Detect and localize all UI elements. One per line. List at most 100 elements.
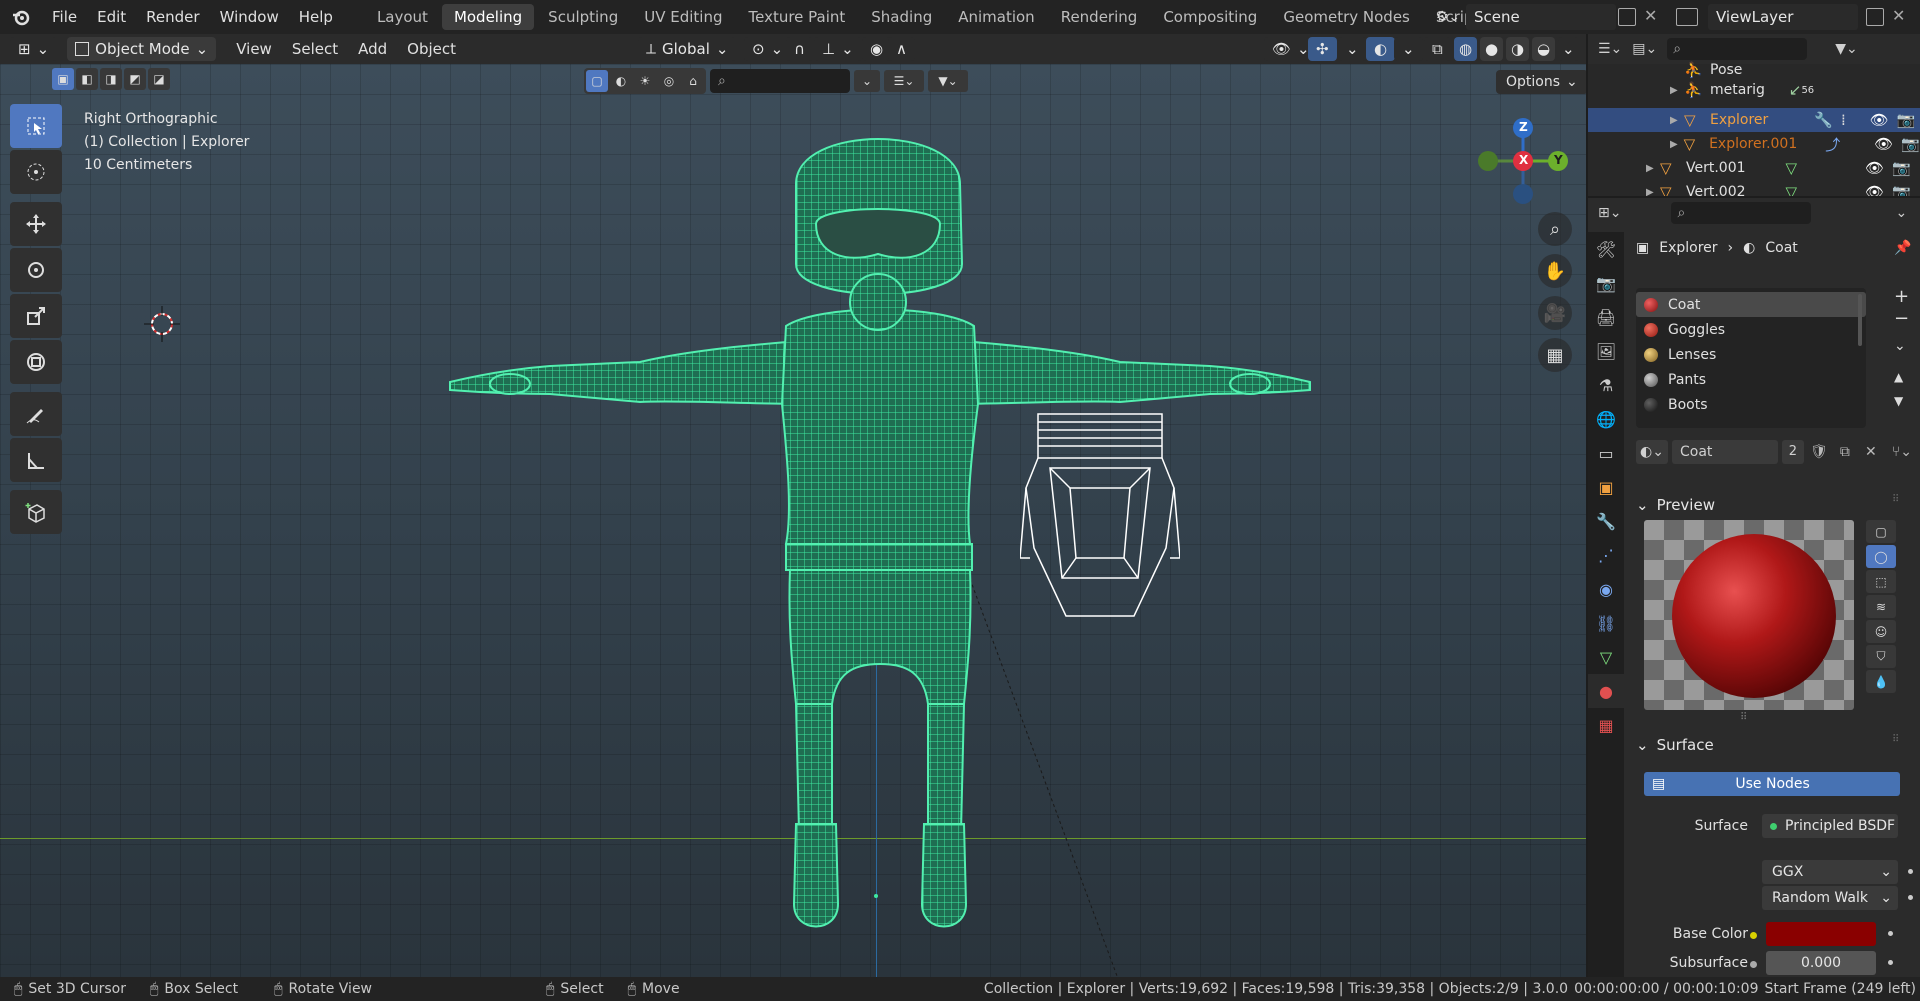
snap-toggle[interactable]: ∩ bbox=[786, 37, 813, 61]
preview-monkey-icon[interactable]: ☺ bbox=[1866, 620, 1896, 643]
outliner-row-explorer-001[interactable]: ▶ ▽ Explorer.001 ⤴ 👁 📷 bbox=[1588, 132, 1920, 156]
blender-logo-icon[interactable] bbox=[0, 0, 42, 34]
slot-list-scrollbar[interactable] bbox=[1858, 294, 1862, 346]
delete-view-layer-icon[interactable]: ✕ bbox=[1892, 6, 1905, 25]
funnel-filter-icon[interactable]: ▼⌄ bbox=[928, 70, 968, 92]
move-slot-up-icon[interactable]: ▲ bbox=[1894, 370, 1903, 384]
tab-texture-paint[interactable]: Texture Paint bbox=[736, 4, 857, 30]
slot-specials-icon[interactable]: ⌄ bbox=[1894, 338, 1906, 354]
menu-window[interactable]: Window bbox=[210, 0, 289, 34]
menu-view[interactable]: View bbox=[226, 37, 282, 61]
select-subtract-icon[interactable]: ◨ bbox=[100, 68, 122, 90]
tab-sculpting[interactable]: Sculpting bbox=[536, 4, 630, 30]
panel-drag-handle-icon[interactable]: ⠿ bbox=[1892, 734, 1899, 745]
shading-dropdown[interactable]: ⌄ bbox=[1558, 37, 1579, 61]
camera-view-icon[interactable]: 🎥 bbox=[1538, 296, 1572, 330]
material-tab-icon[interactable]: ● bbox=[1588, 674, 1624, 708]
editor-type-icon[interactable]: ⊞⌄ bbox=[1598, 205, 1621, 221]
scene-tab-icon[interactable]: ⚗ bbox=[1588, 368, 1624, 402]
move-tool-icon[interactable] bbox=[10, 202, 62, 246]
render-camera-icon[interactable]: 📷 bbox=[1901, 135, 1920, 153]
tab-compositing[interactable]: Compositing bbox=[1151, 4, 1269, 30]
tab-rendering[interactable]: Rendering bbox=[1049, 4, 1150, 30]
snap-target-dropdown[interactable]: ⊥ ⌄ bbox=[814, 37, 862, 61]
filter-dropdown-icon[interactable]: ⌄ bbox=[854, 70, 880, 92]
tab-uv-editing[interactable]: UV Editing bbox=[632, 4, 734, 30]
explorer-character-mesh[interactable] bbox=[440, 104, 1320, 954]
user-count-badge[interactable]: 2 bbox=[1781, 440, 1804, 464]
outliner-row-vert-002[interactable]: ▶ ▽ Vert.002 ▽ 👁 📷 bbox=[1588, 180, 1920, 196]
annotate-tool-icon[interactable] bbox=[10, 392, 62, 436]
view-layer-field[interactable]: ViewLayer bbox=[1708, 4, 1858, 30]
view-layer-icon[interactable] bbox=[1676, 8, 1698, 26]
texture-tab-icon[interactable]: ▦ bbox=[1588, 708, 1624, 742]
preview-flat-icon[interactable]: ▢ bbox=[1866, 520, 1896, 543]
pivot-point-dropdown[interactable]: ⊙ ⌄ bbox=[744, 37, 792, 61]
sort-list-icon[interactable]: ☰⌄ bbox=[884, 70, 924, 92]
material-slot[interactable]: Pants bbox=[1636, 367, 1866, 392]
transform-tool-icon[interactable] bbox=[10, 340, 62, 384]
select-extend-icon[interactable]: ◧ bbox=[76, 68, 98, 90]
properties-search-input[interactable]: ⌕ bbox=[1671, 202, 1812, 224]
menu-help[interactable]: Help bbox=[289, 0, 343, 34]
outliner-filter-icon[interactable]: ▼⌄ bbox=[1835, 41, 1858, 57]
scale-tool-icon[interactable] bbox=[10, 294, 62, 338]
xray-toggle[interactable]: ⧉ bbox=[1424, 37, 1451, 61]
menu-add[interactable]: Add bbox=[348, 37, 397, 61]
filter-world-icon[interactable]: ◎ bbox=[658, 70, 680, 92]
shading-solid[interactable]: ● bbox=[1480, 37, 1504, 61]
gizmo-toggle[interactable]: ✣ bbox=[1308, 37, 1337, 61]
keyframe-dot-icon[interactable] bbox=[1888, 960, 1893, 965]
keyframe-dot-icon[interactable] bbox=[1888, 931, 1893, 936]
viewport-search-input[interactable]: ⌕ bbox=[710, 69, 850, 93]
add-cube-tool-icon[interactable] bbox=[10, 490, 62, 534]
scene-name-field[interactable]: Scene bbox=[1466, 4, 1616, 30]
panel-drag-handle-icon[interactable]: ⠿ bbox=[1892, 494, 1899, 505]
preview-fluid-icon[interactable]: 💧 bbox=[1866, 670, 1896, 693]
surface-panel-header[interactable]: ⌄ Surface bbox=[1636, 732, 1714, 758]
tab-shading[interactable]: Shading bbox=[859, 4, 944, 30]
tab-animation[interactable]: Animation bbox=[946, 4, 1046, 30]
measure-tool-icon[interactable] bbox=[10, 438, 62, 482]
outliner-search-input[interactable]: ⌕ bbox=[1667, 38, 1808, 60]
view-layer-tab-icon[interactable]: 🖼 bbox=[1588, 334, 1624, 368]
expand-arrow-icon[interactable]: ▶ bbox=[1670, 85, 1684, 96]
material-slot[interactable]: Coat bbox=[1636, 292, 1866, 317]
fake-user-shield-icon[interactable]: 🛡 bbox=[1808, 444, 1830, 460]
base-color-swatch[interactable] bbox=[1766, 922, 1876, 946]
physics-tab-icon[interactable]: ◉ bbox=[1588, 572, 1624, 606]
collection-tab-icon[interactable]: ▭ bbox=[1588, 436, 1624, 470]
rotate-tool-icon[interactable] bbox=[10, 248, 62, 292]
subsurface-value-field[interactable]: 0.000 bbox=[1766, 951, 1876, 975]
select-box-tool-icon[interactable] bbox=[10, 104, 62, 148]
chevron-down-icon[interactable]: ⌄ bbox=[1895, 205, 1907, 221]
surface-shader-field[interactable]: Principled BSDF bbox=[1762, 814, 1898, 838]
remove-slot-icon[interactable]: − bbox=[1894, 308, 1909, 329]
visibility-eye-icon[interactable]: 👁 bbox=[1870, 111, 1889, 129]
visibility-eye-icon[interactable]: 👁 bbox=[1874, 135, 1893, 153]
menu-select[interactable]: Select bbox=[282, 37, 348, 61]
select-new-icon[interactable]: ▣ bbox=[52, 68, 74, 90]
filter-objects-icon[interactable]: ▢ bbox=[586, 70, 608, 92]
subsurface-method-dropdown[interactable]: Random Walk ⌄ bbox=[1762, 886, 1898, 910]
distribution-dropdown[interactable]: GGX ⌄ bbox=[1762, 860, 1898, 884]
use-nodes-button[interactable]: ▤ Use Nodes bbox=[1644, 772, 1900, 796]
expand-arrow-icon[interactable]: ▶ bbox=[1646, 187, 1660, 197]
select-intersect-icon[interactable]: ◪ bbox=[148, 68, 170, 90]
editor-type-button[interactable]: ⊞ ⌄ bbox=[10, 37, 58, 61]
outliner-row-vert-001[interactable]: ▶ ▽ Vert.001 ▽ 👁 📷 bbox=[1588, 156, 1920, 180]
render-camera-icon[interactable]: 📷 bbox=[1897, 111, 1916, 129]
display-mode-icon[interactable]: ▤⌄ bbox=[1632, 41, 1657, 57]
render-camera-icon[interactable]: 📷 bbox=[1892, 183, 1911, 196]
tool-tab-icon[interactable]: 🛠 bbox=[1588, 232, 1624, 266]
material-slot[interactable]: Goggles bbox=[1636, 317, 1866, 342]
gizmo-dropdown[interactable]: ⌄ bbox=[1338, 37, 1367, 61]
material-slot[interactable]: Lenses bbox=[1636, 342, 1866, 367]
keyframe-dot-icon[interactable] bbox=[1908, 895, 1913, 900]
zoom-icon[interactable]: ⌕ bbox=[1538, 212, 1572, 246]
preview-panel-header[interactable]: ⌄ Preview bbox=[1636, 492, 1715, 518]
options-button[interactable]: Options ⌄ bbox=[1496, 70, 1586, 94]
filter-lights-icon[interactable]: ☀ bbox=[634, 70, 656, 92]
new-view-layer-icon[interactable] bbox=[1866, 8, 1884, 26]
material-browse-icon[interactable]: ◐⌄ bbox=[1636, 440, 1668, 464]
